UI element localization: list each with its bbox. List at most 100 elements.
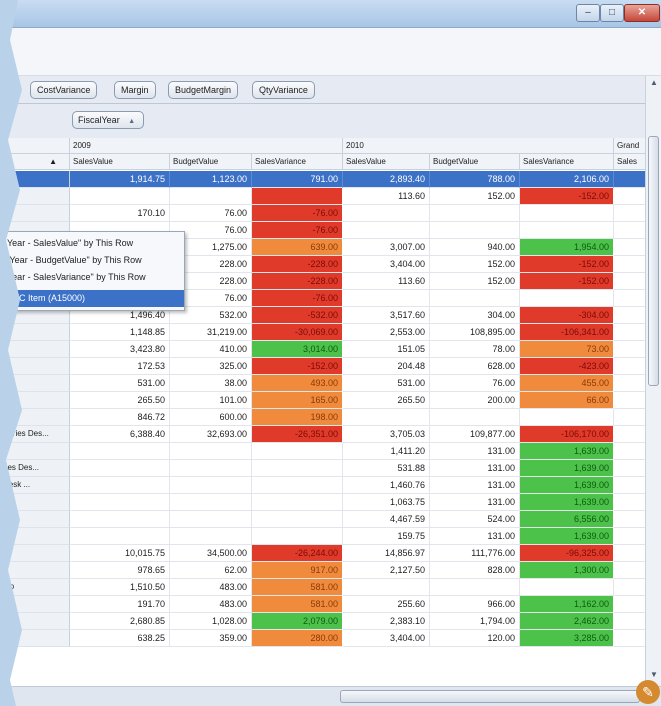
data-cell[interactable]: 3,404.00 [343, 256, 430, 273]
grand-total-cell[interactable] [614, 171, 645, 188]
data-cell[interactable]: 62.00 [170, 562, 252, 579]
data-cell[interactable]: -76.00 [252, 290, 343, 307]
data-cell[interactable]: 639.00 [252, 239, 343, 256]
data-cell[interactable]: 1,300.00 [520, 562, 614, 579]
data-cell[interactable]: 3,404.00 [343, 630, 430, 647]
field-button-costvariance[interactable]: CostVariance [30, 81, 98, 99]
data-cell[interactable]: 1,510.50 [70, 579, 170, 596]
data-cell[interactable] [520, 409, 614, 426]
data-cell[interactable]: 3,423.80 [70, 341, 170, 358]
data-cell[interactable] [252, 188, 343, 205]
data-cell[interactable]: 4,467.59 [343, 511, 430, 528]
grand-total-cell[interactable] [614, 375, 645, 392]
data-cell[interactable]: 966.00 [430, 596, 520, 613]
data-cell[interactable] [430, 222, 520, 239]
data-cell[interactable] [520, 290, 614, 307]
data-cell[interactable]: 6,556.00 [520, 511, 614, 528]
data-cell[interactable]: 113.60 [343, 273, 430, 290]
data-cell[interactable]: 6,388.40 [70, 426, 170, 443]
data-cell[interactable]: 2,553.00 [343, 324, 430, 341]
data-cell[interactable]: 2,383.10 [343, 613, 430, 630]
grand-total-cell[interactable] [614, 256, 645, 273]
data-cell[interactable] [520, 222, 614, 239]
data-cell[interactable]: 152.00 [430, 256, 520, 273]
data-cell[interactable]: 455.00 [520, 375, 614, 392]
data-cell[interactable] [170, 494, 252, 511]
data-cell[interactable]: 1,411.20 [343, 443, 430, 460]
data-cell[interactable]: 940.00 [430, 239, 520, 256]
data-cell[interactable]: 131.00 [430, 443, 520, 460]
data-cell[interactable]: 1,123.00 [170, 171, 252, 188]
data-cell[interactable]: 131.00 [430, 528, 520, 545]
data-cell[interactable]: 581.00 [252, 579, 343, 596]
data-cell[interactable]: 152.00 [430, 188, 520, 205]
data-cell[interactable]: -423.00 [520, 358, 614, 375]
data-cell[interactable]: 2,680.85 [70, 613, 170, 630]
data-cell[interactable] [252, 511, 343, 528]
data-cell[interactable]: 152.00 [430, 273, 520, 290]
data-cell[interactable]: 638.25 [70, 630, 170, 647]
data-cell[interactable]: 66.00 [520, 392, 614, 409]
data-cell[interactable] [170, 528, 252, 545]
grand-total-cell[interactable] [614, 273, 645, 290]
grand-total-cell[interactable] [614, 511, 645, 528]
data-cell[interactable]: 1,914.75 [70, 171, 170, 188]
data-cell[interactable]: 1,639.00 [520, 494, 614, 511]
data-cell[interactable]: 1,148.85 [70, 324, 170, 341]
data-cell[interactable]: -304.00 [520, 307, 614, 324]
data-cell[interactable]: 265.50 [343, 392, 430, 409]
data-cell[interactable] [430, 290, 520, 307]
data-cell[interactable] [430, 579, 520, 596]
data-cell[interactable] [343, 290, 430, 307]
data-cell[interactable]: 159.75 [343, 528, 430, 545]
data-cell[interactable]: 1,460.76 [343, 477, 430, 494]
data-cell[interactable] [252, 443, 343, 460]
data-cell[interactable] [170, 188, 252, 205]
data-cell[interactable]: 200.00 [430, 392, 520, 409]
data-cell[interactable]: 131.00 [430, 460, 520, 477]
data-cell[interactable] [70, 477, 170, 494]
measure-header[interactable]: SalesValue [343, 154, 430, 170]
data-cell[interactable]: 531.00 [70, 375, 170, 392]
data-cell[interactable] [430, 205, 520, 222]
data-cell[interactable]: -532.00 [252, 307, 343, 324]
data-cell[interactable]: 1,028.00 [170, 613, 252, 630]
data-cell[interactable]: 524.00 [430, 511, 520, 528]
data-cell[interactable] [343, 222, 430, 239]
grand-total-cell[interactable] [614, 613, 645, 630]
fiscalyear-field-button[interactable]: FiscalYear ▲ [72, 111, 144, 129]
data-cell[interactable]: -30,069.00 [252, 324, 343, 341]
data-cell[interactable]: -152.00 [252, 358, 343, 375]
data-cell[interactable] [520, 579, 614, 596]
data-cell[interactable]: -106,170.00 [520, 426, 614, 443]
data-cell[interactable]: 76.00 [170, 205, 252, 222]
data-cell[interactable]: -26,244.00 [252, 545, 343, 562]
data-cell[interactable]: 10,015.75 [70, 545, 170, 562]
field-button-budgetmargin[interactable]: BudgetMargin [168, 81, 239, 99]
close-button[interactable]: ✕ [624, 4, 660, 22]
data-cell[interactable]: 3,014.00 [252, 341, 343, 358]
data-cell[interactable] [170, 460, 252, 477]
grand-total-cell[interactable] [614, 579, 645, 596]
data-cell[interactable]: 165.00 [252, 392, 343, 409]
data-cell[interactable] [343, 409, 430, 426]
data-cell[interactable]: 2,079.00 [252, 613, 343, 630]
grand-total-cell[interactable] [614, 630, 645, 647]
data-cell[interactable]: -106,341.00 [520, 324, 614, 341]
data-cell[interactable]: 846.72 [70, 409, 170, 426]
data-cell[interactable]: 1,639.00 [520, 528, 614, 545]
data-cell[interactable]: 359.00 [170, 630, 252, 647]
data-cell[interactable]: 198.00 [252, 409, 343, 426]
data-cell[interactable]: 600.00 [170, 409, 252, 426]
data-cell[interactable] [170, 511, 252, 528]
data-cell[interactable]: 1,063.75 [343, 494, 430, 511]
data-cell[interactable]: 32,693.00 [170, 426, 252, 443]
data-cell[interactable]: 1,794.00 [430, 613, 520, 630]
grand-total-cell[interactable] [614, 341, 645, 358]
measure-header[interactable]: BudgetValue [170, 154, 252, 170]
data-cell[interactable] [252, 494, 343, 511]
data-cell[interactable] [70, 443, 170, 460]
data-cell[interactable]: 1,162.00 [520, 596, 614, 613]
data-cell[interactable]: -96,325.00 [520, 545, 614, 562]
data-cell[interactable]: 78.00 [430, 341, 520, 358]
